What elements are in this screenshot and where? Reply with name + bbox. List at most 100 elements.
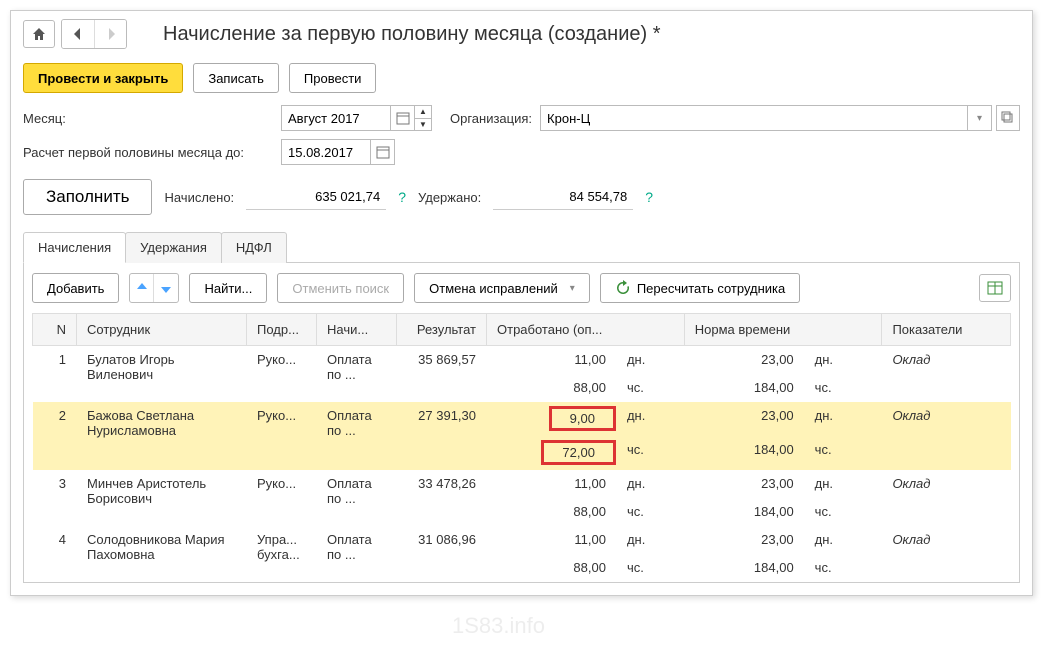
cell-worked-hours-unit: чс. xyxy=(616,554,684,582)
col-accrual[interactable]: Начи... xyxy=(317,314,397,346)
org-input[interactable] xyxy=(540,105,968,131)
arrow-down-icon xyxy=(158,280,174,296)
watermark: 1S83.info xyxy=(452,613,545,639)
org-label: Организация: xyxy=(450,111,532,126)
cell-worked-days: 11,00 xyxy=(487,346,617,374)
arrow-up-icon xyxy=(134,280,150,296)
table-row[interactable]: 3Минчев Аристотель БорисовичРуко...Оплат… xyxy=(33,470,1011,498)
cell-n: 1 xyxy=(33,346,77,402)
table-row[interactable]: 1Булатов Игорь ВиленовичРуко...Оплата по… xyxy=(33,346,1011,374)
month-spinner[interactable]: ▲ ▼ xyxy=(415,105,432,131)
fill-button[interactable]: Заполнить xyxy=(23,179,152,215)
move-row-group xyxy=(129,273,179,303)
cell-n: 4 xyxy=(33,526,77,582)
calc-until-input[interactable] xyxy=(281,139,371,165)
cell-indicator: Оклад xyxy=(882,346,1011,402)
cell-dept: Упра... бухга... xyxy=(247,526,317,582)
tab-ndfl[interactable]: НДФЛ xyxy=(221,232,287,263)
recalculate-button[interactable]: Пересчитать сотрудника xyxy=(600,273,800,303)
calendar-icon xyxy=(395,110,411,126)
org-open-button[interactable] xyxy=(996,105,1020,131)
col-n[interactable]: N xyxy=(33,314,77,346)
cell-accrual: Оплата по ... xyxy=(317,526,397,582)
cell-worked-hours-unit: чс. xyxy=(616,374,684,402)
table-icon xyxy=(987,280,1003,296)
month-input[interactable] xyxy=(281,105,391,131)
cell-worked-hours: 88,00 xyxy=(487,374,617,402)
accrued-value xyxy=(246,184,386,210)
cell-result: 33 478,26 xyxy=(397,470,487,526)
find-button[interactable]: Найти... xyxy=(189,273,267,303)
cell-dept: Руко... xyxy=(247,470,317,526)
arrow-right-icon xyxy=(103,26,119,42)
back-button[interactable] xyxy=(62,20,94,48)
spinner-down-icon[interactable]: ▼ xyxy=(415,119,431,131)
accrued-label: Начислено: xyxy=(164,190,234,205)
cell-indicator: Оклад xyxy=(882,526,1011,582)
col-norm[interactable]: Норма времени xyxy=(684,314,882,346)
table-row[interactable]: 2Бажова Светлана НурисламовнаРуко...Опла… xyxy=(33,402,1011,436)
col-dept[interactable]: Подр... xyxy=(247,314,317,346)
cell-worked-days-unit: дн. xyxy=(616,470,684,498)
save-button[interactable]: Записать xyxy=(193,63,279,93)
home-icon xyxy=(31,26,47,42)
recalculate-label: Пересчитать сотрудника xyxy=(637,281,785,296)
forward-button[interactable] xyxy=(94,20,126,48)
cell-worked-days: 9,00 xyxy=(487,402,617,436)
cell-n: 2 xyxy=(33,402,77,470)
move-up-button[interactable] xyxy=(130,274,154,302)
calc-until-label: Расчет первой половины месяца до: xyxy=(23,145,273,160)
cell-employee: Бажова Светлана Нурисламовна xyxy=(77,402,247,470)
table-row[interactable]: 4Солодовникова Мария ПахомовнаУпра... бу… xyxy=(33,526,1011,554)
calc-until-calendar-button[interactable] xyxy=(371,139,395,165)
post-and-close-button[interactable]: Провести и закрыть xyxy=(23,63,183,93)
cell-result: 27 391,30 xyxy=(397,402,487,470)
cell-norm-hours: 184,00 xyxy=(684,374,804,402)
cell-norm-days: 23,00 xyxy=(684,402,804,436)
cell-norm-days: 23,00 xyxy=(684,526,804,554)
tab-deductions[interactable]: Удержания xyxy=(125,232,222,263)
arrow-left-icon xyxy=(70,26,86,42)
cell-worked-hours: 88,00 xyxy=(487,498,617,526)
cell-dept: Руко... xyxy=(247,402,317,470)
accrued-help-icon[interactable]: ? xyxy=(398,189,406,205)
cancel-corrections-label: Отмена исправлений xyxy=(429,281,558,296)
cell-worked-days-unit: дн. xyxy=(616,346,684,374)
cell-worked-hours-unit: чс. xyxy=(616,498,684,526)
cell-norm-days-unit: дн. xyxy=(804,402,882,436)
cell-worked-days-unit: дн. xyxy=(616,402,684,436)
col-indicators[interactable]: Показатели xyxy=(882,314,1011,346)
cell-norm-hours-unit: чс. xyxy=(804,554,882,582)
cell-worked-days-unit: дн. xyxy=(616,526,684,554)
move-down-button[interactable] xyxy=(154,274,178,302)
table-settings-button[interactable] xyxy=(979,274,1011,302)
refresh-icon xyxy=(615,280,631,296)
cancel-corrections-button[interactable]: Отмена исправлений xyxy=(414,273,590,303)
spinner-up-icon[interactable]: ▲ xyxy=(415,106,431,119)
chevron-down-icon: ▾ xyxy=(977,113,982,124)
col-employee[interactable]: Сотрудник xyxy=(77,314,247,346)
home-button[interactable] xyxy=(23,20,55,48)
page-title: Начисление за первую половину месяца (со… xyxy=(163,23,661,46)
tab-accruals[interactable]: Начисления xyxy=(23,232,126,263)
org-dropdown-button[interactable]: ▾ xyxy=(968,105,992,131)
withheld-label: Удержано: xyxy=(418,190,481,205)
month-label: Месяц: xyxy=(23,111,273,126)
withheld-help-icon[interactable]: ? xyxy=(645,189,653,205)
withheld-value xyxy=(493,184,633,210)
cell-employee: Минчев Аристотель Борисович xyxy=(77,470,247,526)
cell-employee: Булатов Игорь Виленович xyxy=(77,346,247,402)
calendar-button[interactable] xyxy=(391,105,415,131)
accruals-table: N Сотрудник Подр... Начи... Результат От… xyxy=(32,313,1011,582)
col-worked[interactable]: Отработано (оп... xyxy=(487,314,685,346)
cell-result: 31 086,96 xyxy=(397,526,487,582)
add-button[interactable]: Добавить xyxy=(32,273,119,303)
cell-norm-hours-unit: чс. xyxy=(804,498,882,526)
cell-norm-days-unit: дн. xyxy=(804,470,882,498)
nav-group xyxy=(61,19,127,49)
col-result[interactable]: Результат xyxy=(397,314,487,346)
cell-indicator: Оклад xyxy=(882,470,1011,526)
calendar-icon xyxy=(375,144,391,160)
cell-norm-hours: 184,00 xyxy=(684,436,804,470)
post-button[interactable]: Провести xyxy=(289,63,377,93)
